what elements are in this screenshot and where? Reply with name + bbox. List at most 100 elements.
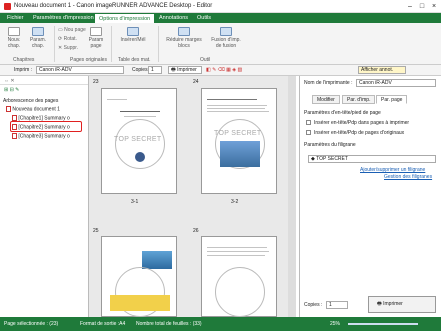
- param-chap-button[interactable]: Param. chap.: [27, 27, 49, 49]
- reduire-label: Réduire marges blocs: [166, 37, 202, 49]
- tab-par-page[interactable]: Par. page: [376, 95, 408, 104]
- page-thumbnail[interactable]: TOP SECRET: [101, 88, 177, 194]
- minimize-icon[interactable]: –: [405, 2, 415, 11]
- fusion-button[interactable]: Fusion d'imp. de fusion: [208, 27, 244, 49]
- page-number: 26: [193, 228, 199, 234]
- opt2-checkbox[interactable]: [306, 130, 311, 135]
- text-line: [124, 116, 156, 117]
- text-line: [207, 247, 267, 248]
- copies-value-right: 1: [329, 302, 332, 308]
- group-pages-originales: Pages originales: [70, 57, 107, 63]
- page-number: 25: [93, 228, 99, 234]
- page-number: 23: [93, 79, 99, 85]
- tab-outils[interactable]: Outils: [193, 13, 215, 23]
- print-button-label: Imprimer: [383, 301, 403, 307]
- settings-tabs: Modifier Par. d'imp. Par. page: [304, 95, 438, 106]
- printer-select[interactable]: Canon iR-ADV: [36, 66, 124, 74]
- insert-toc-icon: [127, 27, 139, 36]
- inserer-mel-button[interactable]: Insérer/Mél: [116, 27, 150, 43]
- suppr-label: Suppr.: [63, 45, 79, 51]
- nouv-chap-button[interactable]: Nouv. chap.: [4, 27, 24, 49]
- tab-modifier[interactable]: Modifier: [312, 95, 340, 104]
- print-button[interactable]: 🖶 Imprimer: [368, 296, 436, 313]
- text-line: [207, 255, 265, 256]
- suppr-button[interactable]: ✕ Suppr.: [58, 45, 78, 51]
- watermark-select[interactable]: ◆ TOP SECRET: [308, 155, 436, 163]
- merge-print-icon: [220, 27, 232, 36]
- opt1-checkbox[interactable]: [306, 120, 311, 125]
- expand-icons[interactable]: ⊞ ⊟ ✎: [4, 87, 19, 93]
- printer-name-select[interactable]: Canon iR-ADV: [356, 79, 436, 87]
- tab-parametres-impression[interactable]: Paramètres d'impression: [29, 13, 98, 23]
- reduire-marges-button[interactable]: Réduire marges blocs: [166, 27, 202, 49]
- highlight-box: [10, 121, 82, 132]
- text-line: [207, 105, 267, 106]
- copies-value: 1: [151, 67, 154, 73]
- text-line: [120, 111, 160, 112]
- zoom-slider[interactable]: [348, 323, 418, 325]
- pane-toolbar: ⇔ ✕: [0, 76, 88, 85]
- close-icon[interactable]: ×: [429, 2, 439, 11]
- rotat-button[interactable]: ⟳ Rotat.: [58, 36, 77, 42]
- chapter-icon: [12, 133, 17, 139]
- copies-input-right[interactable]: 1: [326, 301, 348, 309]
- group-chapitres: Chapitres: [13, 57, 35, 63]
- table-image: [110, 295, 170, 311]
- afficher-annot-button[interactable]: Afficher annot.: [358, 66, 406, 74]
- tab-annotations[interactable]: Annotations: [155, 13, 192, 23]
- opt1-label: Insérer en-tête/Pdp dans pages à imprime…: [314, 120, 410, 126]
- watermark-text: TOP SECRET: [214, 130, 262, 137]
- new-chapter-icon: [8, 27, 20, 36]
- param-page-label: Param page: [88, 37, 104, 49]
- nouv-page-label: Nou page: [64, 27, 86, 33]
- imprimer-toolbar-button[interactable]: 🖶 Imprimer: [168, 66, 202, 74]
- maximize-icon[interactable]: □: [417, 2, 427, 11]
- vertical-scrollbar[interactable]: [288, 76, 296, 317]
- title-bar: Nouveau document 1 - Canon imageRUNNER A…: [0, 0, 441, 13]
- page-label: 3-2: [231, 199, 239, 205]
- page-label: 3-1: [131, 199, 139, 205]
- status-bar: Page sélectionnée : (23) Format de sorti…: [0, 317, 441, 331]
- printer-name-value: Canon iR-ADV: [359, 80, 392, 86]
- manage-watermarks-link[interactable]: Gestion des filigranes: [384, 174, 432, 180]
- add-remove-watermark-link[interactable]: Ajouter/supprimer un filigrane: [360, 167, 425, 173]
- tab-fichier[interactable]: Fichier: [3, 13, 28, 23]
- page-thumbnail[interactable]: [201, 236, 277, 317]
- quick-icons[interactable]: ◧ ✎ ⌫ ▦ ◈ ▨: [206, 67, 242, 73]
- opt2-label: Insérer en-tête/Pdp de pages d'originaux: [314, 130, 405, 136]
- page-thumbnail[interactable]: TOP SECRET: [201, 88, 277, 194]
- tab-options-impression[interactable]: Options d'impression: [94, 13, 156, 23]
- text-line: [207, 251, 269, 252]
- reduce-margins-icon: [178, 27, 190, 36]
- page-thumbnail[interactable]: [101, 236, 177, 317]
- page-settings-icon: [90, 27, 102, 36]
- param-page-button[interactable]: Param page: [86, 27, 106, 49]
- text-line: [207, 111, 269, 112]
- window-title: Nouveau document 1 - Canon imageRUNNER A…: [14, 3, 213, 9]
- nouv-page-button[interactable]: ▭ Nou page: [58, 27, 86, 33]
- printer-select-value: Canon iR-ADV: [39, 67, 72, 73]
- page-preview-area: 23 24 TOP SECRET 3-1 TOP SECRET 3-2 25 2…: [89, 76, 296, 317]
- ribbon: Nouv. chap. Param. chap. Chapitres ▭ Nou…: [0, 23, 441, 65]
- ribbon-tab-bar: Fichier Paramètres d'impression Options …: [0, 13, 441, 23]
- group-table-mat: Table des mat.: [118, 57, 151, 63]
- status-selected: Page sélectionnée : (23): [4, 321, 59, 327]
- copies-input[interactable]: 1: [148, 66, 162, 74]
- tree-root[interactable]: Nouveau document 1: [6, 106, 60, 112]
- tab-par-imp[interactable]: Par. d'imp.: [342, 95, 376, 104]
- app-icon: [4, 3, 11, 10]
- group-outil: Outil: [200, 57, 211, 63]
- watermark-title: Paramètres du filigrane: [304, 142, 356, 148]
- photo-image: [220, 141, 260, 167]
- document-icon: [6, 106, 11, 112]
- tree-item-chapitre3[interactable]: [Chapitre3] Summary o: [12, 133, 70, 139]
- zoom-value: 25%: [330, 321, 341, 327]
- text-line: [207, 108, 265, 109]
- print-toolbar: Imprim : Canon iR-ADV Copies : 1 🖶 Impri…: [0, 65, 441, 76]
- page-number: 24: [193, 79, 199, 85]
- status-sheets: Nombre total de feuilles : (33): [136, 321, 202, 327]
- tree-item-label: [Chapitre3] Summary o: [18, 133, 70, 140]
- watermark-select-value: TOP SECRET: [316, 156, 348, 162]
- param-chap-label: Param. chap.: [29, 37, 47, 49]
- chapter-settings-icon: [32, 27, 44, 36]
